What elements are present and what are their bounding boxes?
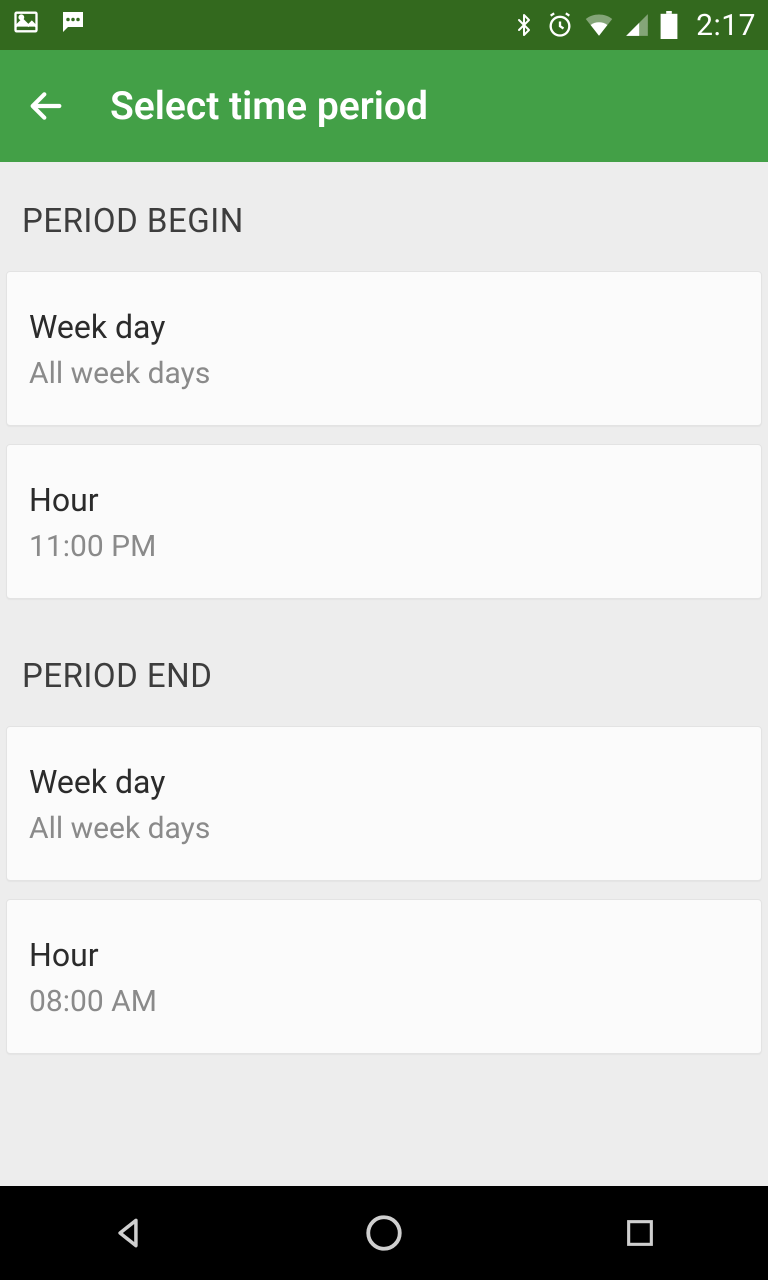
begin-weekday-card[interactable]: Week day All week days <box>6 271 762 426</box>
status-bar: 2:17 <box>0 0 768 50</box>
image-icon <box>12 8 40 43</box>
messaging-icon <box>58 7 88 44</box>
navigation-bar <box>0 1186 768 1280</box>
arrow-left-icon <box>26 86 66 126</box>
end-weekday-label: Week day <box>29 763 739 801</box>
begin-weekday-label: Week day <box>29 308 739 346</box>
square-recent-icon <box>623 1216 657 1250</box>
bluetooth-icon <box>512 11 536 39</box>
status-right-icons: 2:17 <box>512 8 756 43</box>
status-clock: 2:17 <box>696 8 756 43</box>
page-title: Select time period <box>110 83 428 129</box>
cell-signal-icon <box>624 12 650 38</box>
triangle-back-icon <box>109 1214 147 1252</box>
back-button[interactable] <box>24 84 68 128</box>
wifi-icon <box>584 13 614 37</box>
begin-hour-card[interactable]: Hour 11:00 PM <box>6 444 762 599</box>
end-weekday-value: All week days <box>29 811 739 846</box>
end-hour-value: 08:00 AM <box>29 984 739 1019</box>
begin-weekday-value: All week days <box>29 356 739 391</box>
circle-home-icon <box>363 1212 405 1254</box>
content-area: PERIOD BEGIN Week day All week days Hour… <box>0 162 768 1186</box>
begin-hour-label: Hour <box>29 481 739 519</box>
begin-hour-value: 11:00 PM <box>29 529 739 564</box>
nav-recent-button[interactable] <box>614 1207 666 1259</box>
end-weekday-card[interactable]: Week day All week days <box>6 726 762 881</box>
app-bar: Select time period <box>0 50 768 162</box>
end-hour-card[interactable]: Hour 08:00 AM <box>6 899 762 1054</box>
end-hour-label: Hour <box>29 936 739 974</box>
nav-back-button[interactable] <box>102 1207 154 1259</box>
section-header-begin: PERIOD BEGIN <box>6 162 762 271</box>
nav-home-button[interactable] <box>358 1207 410 1259</box>
status-left-icons <box>12 7 88 44</box>
battery-icon <box>660 11 678 39</box>
section-header-end: PERIOD END <box>6 617 762 726</box>
alarm-icon <box>546 11 574 39</box>
